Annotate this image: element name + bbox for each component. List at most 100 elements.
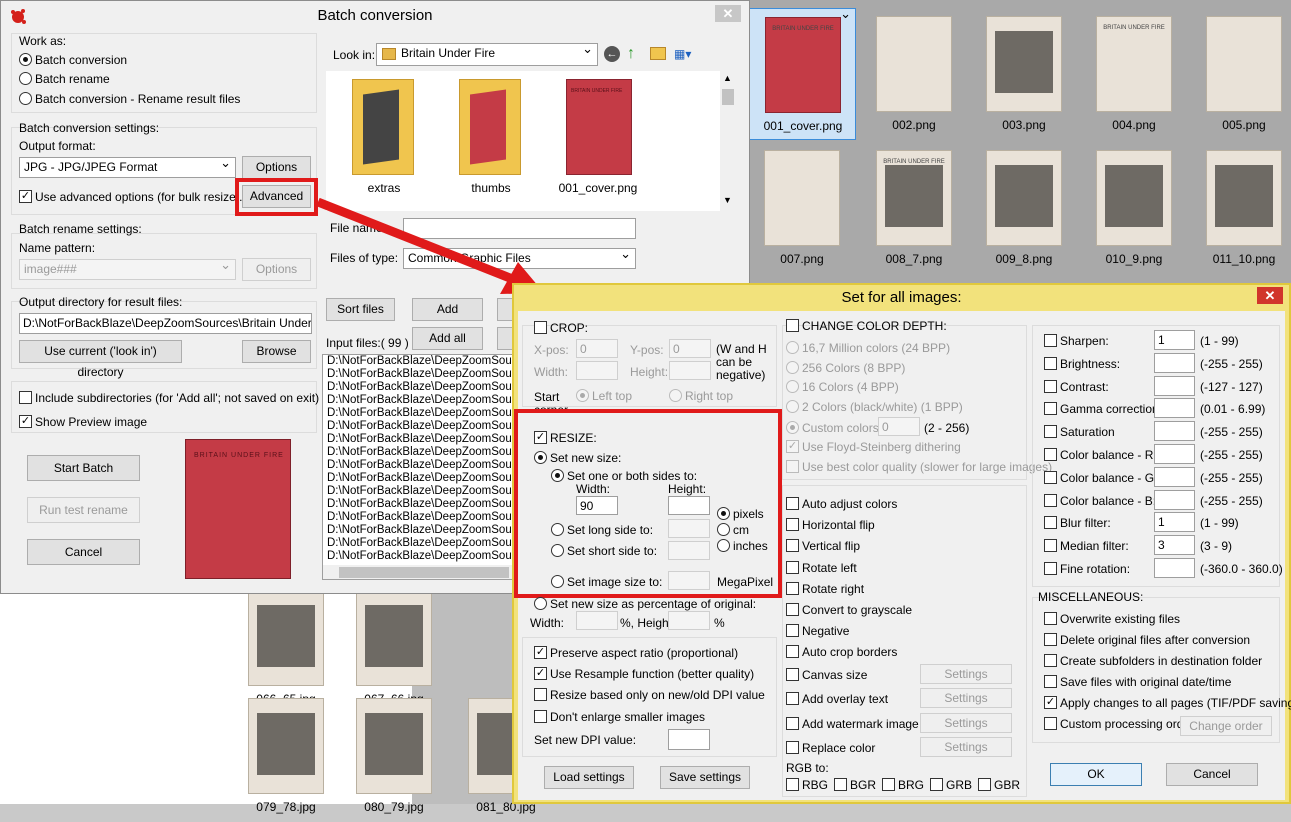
crop-width-field[interactable] xyxy=(576,361,618,380)
batch-close-button[interactable]: ✕ xyxy=(715,5,741,22)
use-current-dir-button[interactable]: Use current ('look in') directory xyxy=(19,340,182,379)
input-file-row[interactable]: D:\NotForBackBlaze\DeepZoomSources xyxy=(325,511,521,524)
show-preview-label[interactable]: Show Preview image xyxy=(35,415,147,429)
view-menu-icon[interactable]: ▦▾ xyxy=(674,47,698,61)
mid-option-checkbox[interactable] xyxy=(786,603,799,616)
custom-colors-field[interactable]: 0 xyxy=(878,417,920,436)
adjust-label[interactable]: Color balance - R: xyxy=(1060,448,1157,462)
percentage-label[interactable]: Set new size as percentage of original: xyxy=(550,597,756,611)
floyd-checkbox[interactable]: ✓ xyxy=(786,440,799,453)
file-list-scrollbar[interactable]: ▲ ▼ xyxy=(720,71,736,211)
adjust-checkbox[interactable] xyxy=(1044,448,1057,461)
misc-label[interactable]: Delete original files after conversion xyxy=(1060,633,1250,647)
adjust-field[interactable] xyxy=(1154,489,1195,510)
scroll-thumb[interactable] xyxy=(722,89,734,105)
settings-option-checkbox[interactable] xyxy=(786,668,799,681)
preserve-checkbox[interactable]: ✓ xyxy=(534,646,547,659)
dont-enlarge-checkbox[interactable] xyxy=(534,710,547,723)
adjust-label[interactable]: Fine rotation: xyxy=(1060,562,1130,576)
misc-checkbox[interactable] xyxy=(1044,675,1057,688)
settings-option-label[interactable]: Replace color xyxy=(802,741,875,755)
thumbnail-item[interactable]: 009_8.png xyxy=(970,142,1078,274)
save-settings-button[interactable]: Save settings xyxy=(660,766,750,789)
adjust-field[interactable] xyxy=(1154,352,1195,373)
radio-batch-conversion-label[interactable]: Batch conversion xyxy=(35,53,127,67)
radio-batch-conv-rename-label[interactable]: Batch conversion - Rename result files xyxy=(35,92,240,106)
radio-custom-colors[interactable] xyxy=(786,421,799,434)
include-subdirs-checkbox[interactable] xyxy=(19,391,32,404)
thumbnail-item[interactable]: 079_78.jpg xyxy=(232,690,340,822)
adjust-label[interactable]: Contrast: xyxy=(1060,380,1109,394)
settings-option-label[interactable]: Canvas size xyxy=(802,668,867,682)
misc-label[interactable]: Save files with original date/time xyxy=(1060,675,1231,689)
radio-color-depth[interactable] xyxy=(786,399,799,413)
input-file-row[interactable]: D:\NotForBackBlaze\DeepZoomSources xyxy=(325,550,521,563)
mid-option-checkbox[interactable] xyxy=(786,645,799,659)
misc-label[interactable]: Custom processing order xyxy=(1060,717,1194,731)
browse-button[interactable]: Browse xyxy=(242,340,311,363)
best-quality-label[interactable]: Use best color quality (slower for large… xyxy=(802,460,1052,474)
look-in-select[interactable]: Britain Under Fire xyxy=(376,43,598,66)
rgb-checkbox[interactable] xyxy=(786,778,799,791)
settings-button[interactable]: Settings xyxy=(920,736,1012,757)
show-preview-checkbox[interactable]: ✓ xyxy=(19,415,32,428)
adjust-field[interactable] xyxy=(1154,558,1195,578)
input-file-row[interactable]: D:\NotForBackBlaze\DeepZoomSources xyxy=(325,407,521,420)
mid-option-label[interactable]: Rotate right xyxy=(802,582,864,596)
thumbnail-item[interactable]: 007.png xyxy=(748,142,856,274)
new-folder-icon[interactable] xyxy=(650,47,666,60)
file-item[interactable]: BRITAIN UNDER FIRE 001_cover.png xyxy=(548,75,648,197)
scroll-up-icon[interactable]: ▲ xyxy=(723,73,732,83)
misc-checkbox[interactable] xyxy=(1044,717,1057,730)
adjust-checkbox[interactable] xyxy=(1044,562,1057,575)
input-file-row[interactable]: D:\NotForBackBlaze\DeepZoomSources xyxy=(325,368,521,381)
mid-option-label[interactable]: Rotate left xyxy=(802,561,857,575)
adjust-checkbox[interactable] xyxy=(1044,539,1057,553)
setall-cancel-button[interactable]: Cancel xyxy=(1166,763,1258,786)
thumbnail-item[interactable]: BRITAIN UNDER FIRE 008_7.png xyxy=(860,142,968,274)
input-file-row[interactable]: D:\NotForBackBlaze\DeepZoomSources xyxy=(325,394,521,407)
adjust-label[interactable]: Median filter: xyxy=(1060,539,1129,553)
mid-option-checkbox[interactable] xyxy=(786,581,799,595)
adjust-field[interactable] xyxy=(1154,375,1195,396)
mid-option-label[interactable]: Vertical flip xyxy=(802,539,860,553)
settings-option-label[interactable]: Add overlay text xyxy=(802,692,888,706)
adjust-label[interactable]: Gamma correction: xyxy=(1060,402,1162,416)
color-depth-option-label[interactable]: 256 Colors (8 BPP) xyxy=(802,361,905,375)
adjust-checkbox[interactable] xyxy=(1044,379,1057,393)
misc-label[interactable]: Overwrite existing files xyxy=(1060,612,1180,626)
misc-label[interactable]: Apply changes to all pages (TIF/PDF savi… xyxy=(1060,696,1291,710)
settings-option-checkbox[interactable] xyxy=(786,716,799,730)
best-quality-checkbox[interactable] xyxy=(786,460,799,473)
radio-right-top[interactable] xyxy=(669,389,682,402)
rgb-checkbox[interactable] xyxy=(834,778,847,791)
settings-option-checkbox[interactable] xyxy=(786,740,799,754)
hscroll-thumb[interactable] xyxy=(339,567,509,578)
advanced-options-label[interactable]: Use advanced options (for bulk resize...… xyxy=(35,190,250,204)
input-file-row[interactable]: D:\NotForBackBlaze\DeepZoomSources xyxy=(325,537,521,550)
input-file-row[interactable]: D:\NotForBackBlaze\DeepZoomSources xyxy=(325,381,521,394)
output-format-select[interactable]: JPG - JPG/JPEG Format xyxy=(19,157,236,178)
thumbnail-item[interactable]: BRITAIN UNDER FIRE 001_cover.png xyxy=(748,8,856,140)
custom-colors-label[interactable]: Custom colors: xyxy=(802,421,882,435)
input-file-row[interactable]: D:\NotForBackBlaze\DeepZoomSources xyxy=(325,433,521,446)
file-item[interactable]: thumbs xyxy=(441,75,541,197)
input-file-row[interactable]: D:\NotForBackBlaze\DeepZoomSources xyxy=(325,459,521,472)
color-depth-option-label[interactable]: 2 Colors (black/white) (1 BPP) xyxy=(802,400,963,414)
thumbnail-item[interactable]: 002.png xyxy=(860,8,968,140)
settings-button[interactable]: Settings xyxy=(920,664,1012,684)
floyd-label[interactable]: Use Floyd-Steinberg dithering xyxy=(802,440,961,454)
mid-option-label[interactable]: Auto crop borders xyxy=(802,645,897,659)
crop-checkbox[interactable] xyxy=(534,321,547,334)
settings-button[interactable]: Settings xyxy=(920,712,1012,733)
radio-left-top[interactable] xyxy=(576,389,589,402)
mid-option-checkbox[interactable] xyxy=(786,518,799,532)
misc-checkbox[interactable]: ✓ xyxy=(1044,696,1057,709)
include-subdirs-label[interactable]: Include subdirectories (for 'Add all'; n… xyxy=(35,391,319,405)
radio-batch-conversion[interactable] xyxy=(19,53,32,66)
adjust-label[interactable]: Color balance - B: xyxy=(1060,494,1156,508)
radio-batch-rename[interactable] xyxy=(19,72,32,85)
adjust-label[interactable]: Blur filter: xyxy=(1060,516,1111,530)
scroll-down-icon[interactable]: ▼ xyxy=(723,195,732,205)
color-depth-label[interactable]: CHANGE COLOR DEPTH: xyxy=(802,319,947,333)
